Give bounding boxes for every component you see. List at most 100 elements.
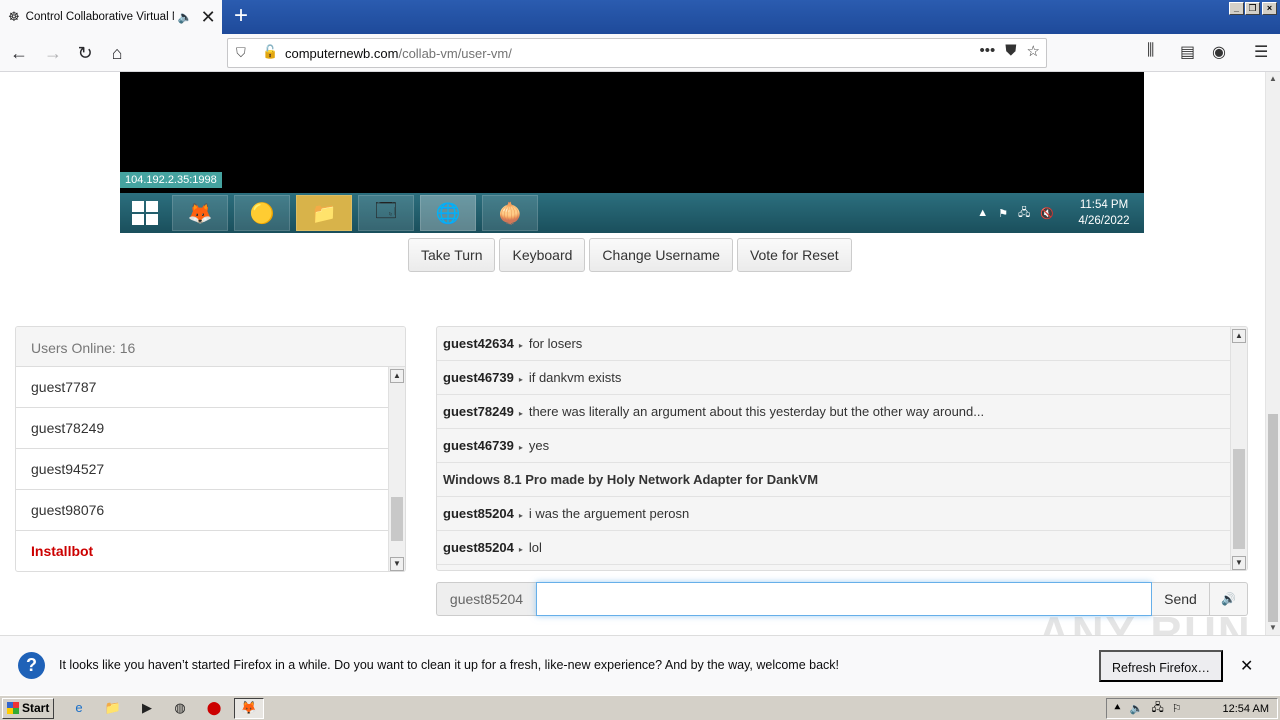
page-content: 104.192.2.35:1998 🦊 🟡 📁 🗔 🌐 🧅 ▲ ⚑ 🖧 🔇 11…: [0, 72, 1265, 635]
vm-ip-label: 104.192.2.35:1998: [120, 172, 222, 188]
user-item[interactable]: guest98076: [16, 490, 390, 531]
chat-messages: guest42634 ▸ for losers guest46739 ▸ if dank…: [437, 327, 1231, 565]
back-button[interactable]: ←: [6, 40, 32, 66]
opera-icon[interactable]: ⬤: [205, 699, 223, 717]
restore-window-button[interactable]: ❐: [1245, 2, 1260, 15]
notification-close-icon[interactable]: ✕: [1240, 656, 1253, 676]
firefox-icon: 🦊: [240, 700, 258, 715]
minimize-window-button[interactable]: _: [1229, 2, 1244, 15]
vm-tray-flag-icon[interactable]: ⚑: [998, 207, 1008, 220]
vm-explorer-icon[interactable]: 📁: [296, 195, 352, 231]
chrome-icon[interactable]: ◍: [171, 699, 189, 717]
vm-taskbar[interactable]: 🦊 🟡 📁 🗔 🌐 🧅 ▲ ⚑ 🖧 🔇 11:54 PM 4/26/2022: [120, 193, 1144, 233]
scroll-thumb[interactable]: [1233, 449, 1245, 549]
library-icon[interactable]: ⫼: [1147, 42, 1154, 60]
chat-message: guest42634 ▸ for losers: [437, 327, 1231, 361]
user-item[interactable]: guest7787: [16, 367, 390, 408]
folder-icon[interactable]: 📁: [104, 699, 122, 717]
tab-close-icon[interactable]: ✕: [201, 8, 216, 26]
vm-tray-mute-icon[interactable]: 🔇: [1040, 207, 1054, 220]
scroll-down-icon[interactable]: ▼: [1266, 621, 1280, 635]
tray-flag-icon[interactable]: ⚐: [1172, 702, 1182, 715]
tray-clock[interactable]: 12:54 AM: [1223, 703, 1269, 715]
page-scrollbar[interactable]: ▲ ▼: [1265, 72, 1280, 635]
vote-reset-button[interactable]: Vote for Reset: [736, 238, 852, 272]
ie-icon[interactable]: e: [70, 699, 88, 717]
keyboard-button[interactable]: Keyboard: [499, 238, 586, 272]
scroll-down-icon[interactable]: ▼: [390, 557, 404, 571]
firefox-notification-bar: ? It looks like you haven’t started Fire…: [0, 635, 1280, 695]
media-player-icon[interactable]: ▶: [138, 699, 156, 717]
vm-tray-network-icon[interactable]: 🖧: [1018, 204, 1030, 223]
chat-arrow-icon: ▸: [518, 341, 523, 350]
forward-button[interactable]: →: [40, 40, 66, 66]
chat-message: guest85204 ▸ i was the arguement perosn: [437, 497, 1231, 531]
refresh-firefox-button[interactable]: Refresh Firefox…: [1099, 650, 1223, 682]
chat-message: guest78249 ▸ there was literally an argume…: [437, 395, 1231, 429]
site-favicon-icon: ☸: [8, 9, 20, 24]
chat-text: yes: [528, 438, 550, 453]
vm-windows-start-icon[interactable]: [132, 201, 160, 227]
chat-arrow-icon: ▸: [518, 409, 523, 418]
scroll-up-icon[interactable]: ▲: [1232, 329, 1246, 343]
user-item[interactable]: Installbot: [16, 531, 390, 571]
scroll-up-icon[interactable]: ▲: [1266, 72, 1280, 86]
close-window-button[interactable]: ×: [1262, 2, 1277, 15]
chat-username: guest42634: [443, 336, 514, 351]
scroll-thumb[interactable]: [1268, 414, 1278, 622]
firefox-task-button[interactable]: 🦊: [234, 698, 264, 719]
chat-text: lol: [528, 540, 542, 555]
tracking-shield-icon[interactable]: ⛉: [236, 45, 246, 61]
pocket-icon[interactable]: ⛊: [1005, 42, 1016, 60]
vm-tor-icon[interactable]: 🧅: [482, 195, 538, 231]
chat-system-message: Windows 8.1 Pro made by Holy Network Ada…: [437, 463, 1231, 497]
vm-app-window-icon[interactable]: 🗔: [358, 195, 414, 231]
change-username-button[interactable]: Change Username: [589, 238, 733, 272]
chat-panel: guest42634 ▸ for losers guest46739 ▸ if dank…: [436, 326, 1248, 571]
chat-text: for losers: [528, 336, 583, 351]
vm-clock[interactable]: 11:54 PM 4/26/2022: [1064, 197, 1144, 229]
menu-icon[interactable]: ☰: [1254, 42, 1268, 62]
notification-text: It looks like you haven’t started Firefo…: [59, 658, 840, 672]
windows-taskbar: Start e 📁 ▶ ◍ ⬤ 🦊 ⯅ 🔈 🖧 ⚐ 12:54 AM: [0, 695, 1280, 720]
vm-chrome-icon[interactable]: 🟡: [234, 195, 290, 231]
account-icon[interactable]: ◉: [1212, 42, 1226, 62]
tab-title: Control Collaborative Virtual M: [25, 11, 174, 23]
scroll-up-icon[interactable]: ▲: [390, 369, 404, 383]
system-tray: ⯅ 🔈 🖧 ⚐ 12:54 AM: [1106, 698, 1278, 719]
scroll-thumb[interactable]: [391, 497, 403, 541]
page-actions-icon[interactable]: •••: [980, 42, 996, 60]
sidebar-icon[interactable]: ▤: [1180, 42, 1195, 62]
url-bar[interactable]: ⛉ 🔓 computernewb.com/collab-vm/user-vm/ …: [227, 38, 1047, 68]
take-turn-button[interactable]: Take Turn: [408, 238, 496, 272]
vm-network-globe-icon[interactable]: 🌐: [420, 195, 476, 231]
tray-volume-icon[interactable]: 🔈: [1130, 702, 1144, 715]
reload-button[interactable]: ↻: [72, 40, 98, 66]
start-button[interactable]: Start: [2, 698, 54, 719]
chat-scrollbar[interactable]: ▲ ▼: [1230, 327, 1247, 570]
new-tab-button[interactable]: +: [228, 3, 254, 29]
users-scrollbar[interactable]: ▲ ▼: [388, 367, 405, 571]
vm-display[interactable]: 104.192.2.35:1998 🦊 🟡 📁 🗔 🌐 🧅 ▲ ⚑ 🖧 🔇 11…: [120, 72, 1144, 233]
chat-username: guest78249: [443, 404, 514, 419]
chat-text: if dankvm exists: [528, 370, 622, 385]
url-text[interactable]: computernewb.com/collab-vm/user-vm/: [285, 46, 512, 61]
vm-tray-arrow-icon[interactable]: ▲: [977, 207, 988, 219]
vm-controls: Take Turn Keyboard Change Username Vote …: [408, 238, 852, 272]
scroll-down-icon[interactable]: ▼: [1232, 556, 1246, 570]
user-item[interactable]: guest78249: [16, 408, 390, 449]
chat-username: guest46739: [443, 438, 514, 453]
user-item[interactable]: guest94527: [16, 449, 390, 490]
tab-audio-icon[interactable]: 🔈: [178, 10, 193, 24]
users-panel: Users Online: 16 guest7787 guest78249 gu…: [15, 326, 406, 572]
bookmark-star-icon[interactable]: ☆: [1027, 42, 1040, 60]
chat-text: i was the arguement perosn: [528, 506, 690, 521]
insecure-lock-icon[interactable]: 🔓: [262, 44, 278, 60]
home-button[interactable]: ⌂: [104, 40, 130, 66]
tray-arrow-icon[interactable]: ⯅: [1113, 702, 1122, 715]
tray-network-icon[interactable]: 🖧: [1152, 699, 1164, 718]
vm-firefox-icon[interactable]: 🦊: [172, 195, 228, 231]
vm-system-tray: ▲ ⚑ 🖧 🔇 11:54 PM 4/26/2022: [977, 197, 1144, 229]
windows-flag-icon: [7, 702, 19, 714]
browser-tab[interactable]: ☸ Control Collaborative Virtual M 🔈 ✕: [0, 0, 222, 34]
